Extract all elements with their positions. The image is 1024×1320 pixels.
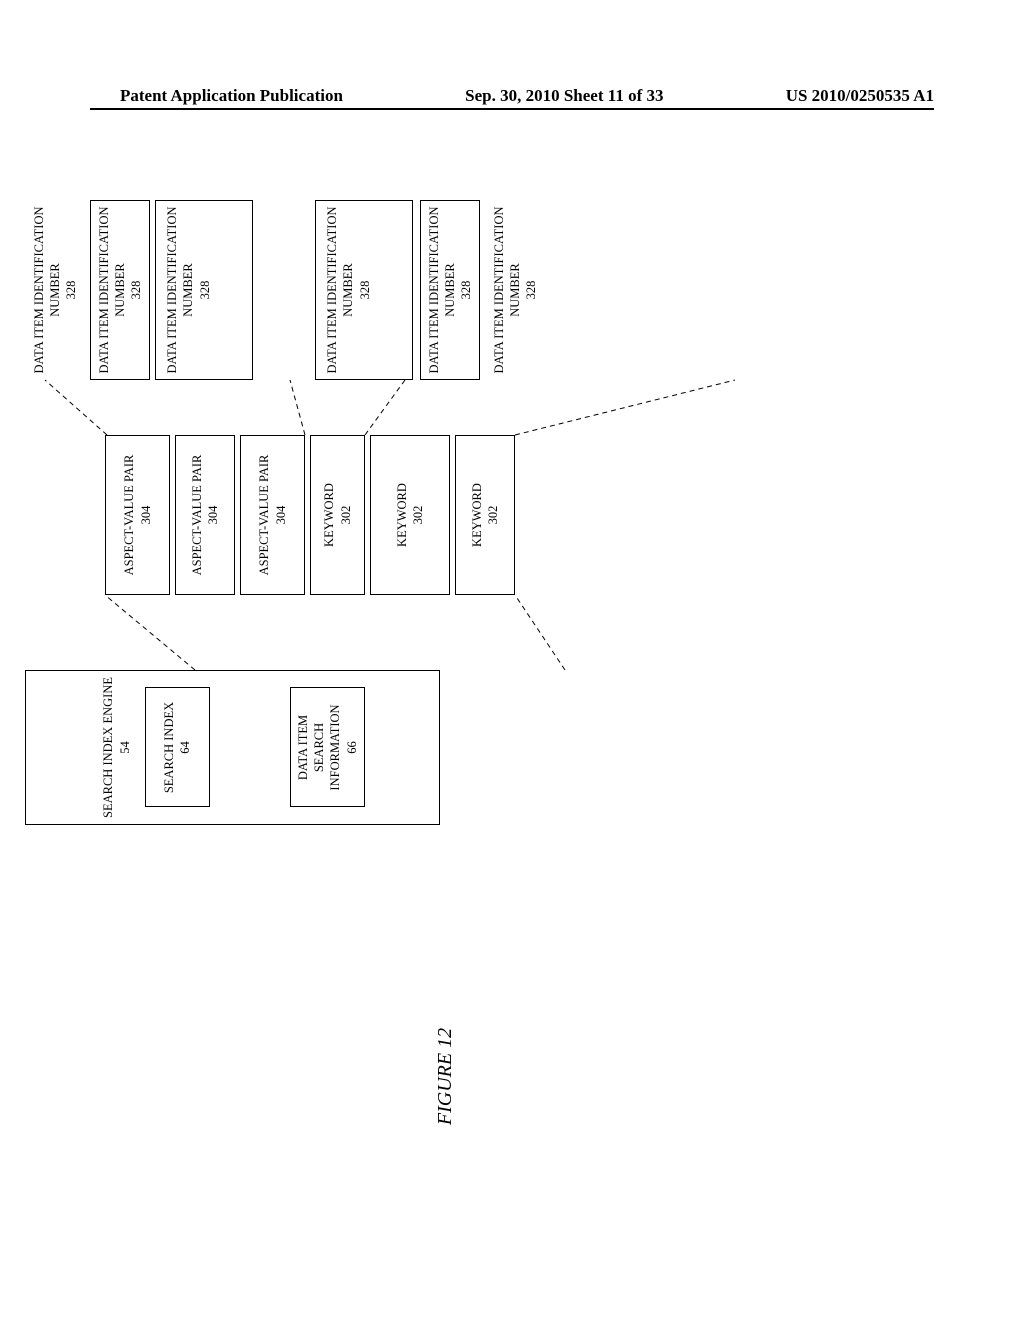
header-right: US 2010/0250535 A1 — [786, 86, 934, 106]
search-index-engine-label: SEARCH INDEX ENGINE 54 — [100, 677, 133, 818]
header-left: Patent Application Publication — [120, 86, 343, 106]
figure-label: FIGURE 12 — [434, 1028, 457, 1125]
keyword-box-2: KEYWORD 302 — [370, 435, 450, 595]
aspect-value-pair-box-1: ASPECT-VALUE PAIR 304 — [105, 435, 170, 595]
search-index-engine-box: SEARCH INDEX ENGINE 54 SEARCH INDEX 64 D… — [25, 670, 440, 825]
data-item-id-1: DATA ITEM IDENTIFICATION NUMBER 328 — [25, 200, 85, 380]
data-item-id-6: DATA ITEM IDENTIFICATION NUMBER 328 — [485, 200, 545, 380]
keyword-box-1: KEYWORD 302 — [310, 435, 365, 595]
aspect-value-pair-box-2: ASPECT-VALUE PAIR 304 — [175, 435, 235, 595]
data-item-id-box-3: DATA ITEM IDENTIFICATION NUMBER 328 — [155, 200, 253, 380]
search-index-box: SEARCH INDEX 64 — [145, 688, 210, 808]
page-header: Patent Application Publication Sep. 30, … — [0, 86, 1024, 106]
header-center: Sep. 30, 2010 Sheet 11 of 33 — [465, 86, 663, 106]
aspect-value-pair-box-3: ASPECT-VALUE PAIR 304 — [240, 435, 305, 595]
data-item-id-box-5: DATA ITEM IDENTIFICATION NUMBER 328 — [420, 200, 480, 380]
data-item-search-info-box: DATA ITEM SEARCH INFORMATION 66 — [290, 688, 365, 808]
data-item-id-box-4: DATA ITEM IDENTIFICATION NUMBER 328 — [315, 200, 413, 380]
diagram: SEARCH INDEX ENGINE 54 SEARCH INDEX 64 D… — [25, 235, 785, 825]
header-divider — [90, 108, 934, 110]
keyword-box-3: KEYWORD 302 — [455, 435, 515, 595]
data-item-id-box-2: DATA ITEM IDENTIFICATION NUMBER 328 — [90, 200, 150, 380]
